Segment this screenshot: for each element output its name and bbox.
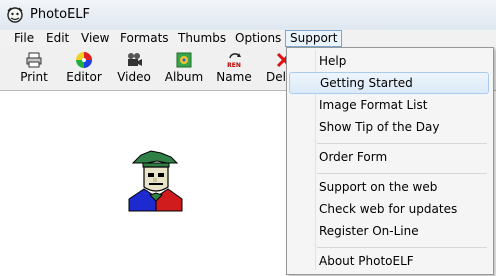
delete-button[interactable]: Del [264, 49, 286, 87]
menu-item-support-on-the-web[interactable]: Support on the web [289, 176, 489, 198]
menu-item-getting-started[interactable]: Getting Started [289, 72, 489, 94]
print-label: Print [20, 70, 48, 84]
print-button[interactable]: Print [14, 49, 54, 87]
delete-x-icon [276, 52, 286, 68]
window-title: PhotoELF [30, 7, 91, 22]
menu-item-check-web-for-updates[interactable]: Check web for updates [289, 198, 489, 220]
menu-item-help[interactable]: Help [289, 50, 489, 72]
album-label: Album [164, 70, 204, 84]
menu-file[interactable]: File [10, 30, 38, 47]
editor-button[interactable]: Editor [63, 49, 105, 87]
menu-options[interactable]: Options [231, 30, 285, 47]
menu-view[interactable]: View [77, 30, 113, 47]
menu-edit[interactable]: Edit [42, 30, 73, 47]
menu-support[interactable]: Support [285, 30, 343, 47]
menu-separator [317, 247, 487, 248]
printer-icon [26, 52, 42, 68]
menu-item-about-photoelf[interactable]: About PhotoELF [289, 250, 489, 272]
rename-button[interactable]: REN Name [215, 49, 253, 87]
album-icon [176, 52, 192, 68]
menu-item-image-format-list[interactable]: Image Format List [289, 94, 489, 116]
menu-bar: File Edit View Formats Thumbs Options Su… [0, 30, 496, 47]
title-bar: PhotoELF [0, 0, 496, 31]
editor-label: Editor [66, 70, 102, 84]
video-camera-icon [128, 53, 142, 66]
svg-text:REN: REN [227, 62, 241, 69]
video-label: Video [117, 70, 151, 84]
elf-app-icon[interactable] [6, 6, 24, 24]
album-button[interactable]: Album [162, 49, 206, 87]
menu-item-show-tip-of-the-day[interactable]: Show Tip of the Day [289, 116, 489, 138]
menu-item-register-on-line[interactable]: Register On-Line [289, 220, 489, 242]
support-dropdown-menu: Help Getting Started Image Format List S… [286, 47, 494, 275]
name-label: Name [216, 70, 252, 84]
color-wheel-icon [76, 52, 92, 68]
delete-label: Del [266, 70, 286, 84]
menu-item-order-form[interactable]: Order Form [289, 146, 489, 168]
menu-thumbs[interactable]: Thumbs [174, 30, 230, 47]
menu-formats[interactable]: Formats [116, 30, 173, 47]
video-button[interactable]: Video [115, 49, 153, 87]
menu-separator [317, 173, 487, 174]
menu-separator [317, 143, 487, 144]
rename-icon: REN [227, 53, 241, 69]
elf-mascot-icon [128, 150, 183, 212]
